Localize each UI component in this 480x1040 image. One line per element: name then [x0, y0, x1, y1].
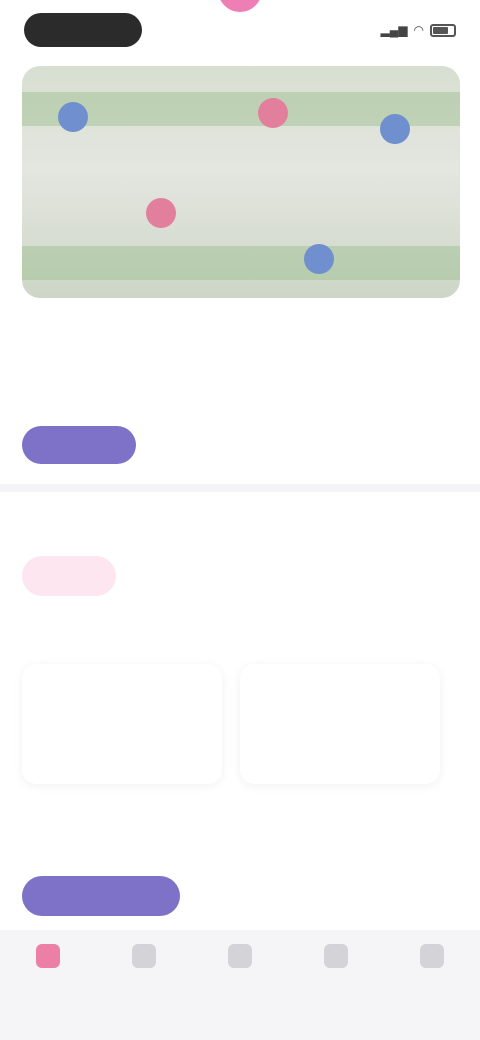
bottom-tab-bar [0, 930, 480, 1040]
tab-home[interactable] [8, 944, 88, 1040]
map-marker-blue-icon[interactable] [58, 102, 88, 132]
hero-map-image[interactable] [22, 66, 460, 298]
add-icon [228, 944, 252, 968]
status-icons: ▂▄▆ ◠ [381, 23, 456, 37]
chat-icon [324, 944, 348, 968]
chip-3[interactable] [180, 556, 216, 596]
tab-search[interactable] [104, 944, 184, 1040]
home-icon [36, 944, 60, 968]
status-time-pill [24, 13, 142, 47]
info-card[interactable] [240, 664, 440, 784]
chip-1[interactable] [22, 556, 116, 596]
battery-icon [430, 23, 456, 37]
primary-button[interactable] [22, 426, 136, 464]
signal-icon: ▂▄▆ [380, 23, 408, 37]
tab-profile[interactable] [392, 944, 472, 1040]
info-card[interactable] [22, 664, 222, 784]
search-icon [132, 944, 156, 968]
map-marker-pink-icon[interactable] [146, 198, 176, 228]
tab-chat[interactable] [296, 944, 376, 1040]
hero-green-band [22, 246, 460, 280]
chip-2[interactable] [130, 556, 166, 596]
section-divider [0, 484, 480, 492]
map-marker-blue-icon[interactable] [380, 114, 410, 144]
profile-icon [420, 944, 444, 968]
card-carousel [22, 664, 440, 784]
filter-chips [22, 556, 216, 596]
cta-button[interactable] [22, 876, 180, 916]
tab-add[interactable] [200, 944, 280, 1040]
map-marker-blue-icon[interactable] [304, 244, 334, 274]
wifi-icon: ◠ [413, 23, 424, 37]
map-marker-pink-icon[interactable] [258, 98, 288, 128]
status-bar: ▂▄▆ ◠ [0, 0, 480, 60]
camera-notch [218, 0, 262, 12]
